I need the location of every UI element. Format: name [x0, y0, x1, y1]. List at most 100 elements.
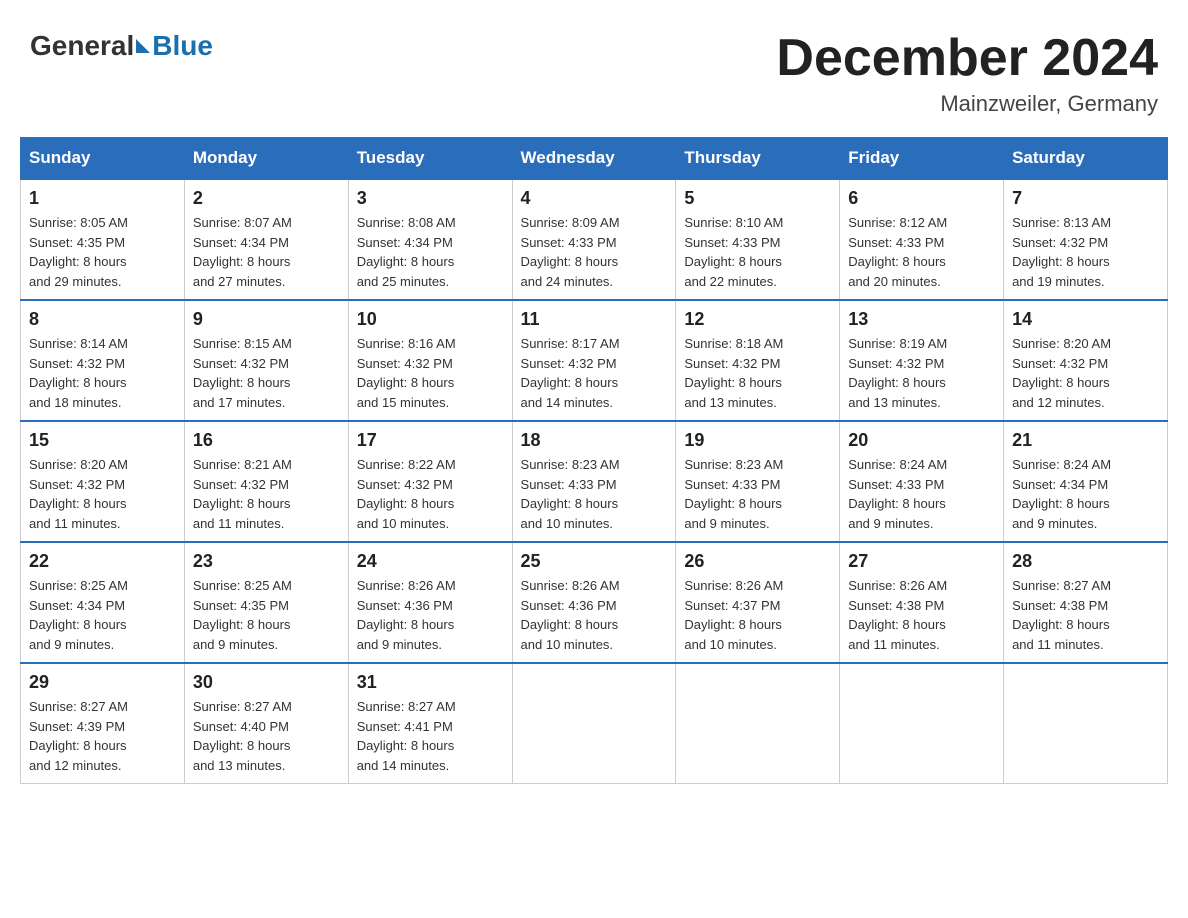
- day-info: Sunrise: 8:16 AM Sunset: 4:32 PM Dayligh…: [357, 334, 504, 412]
- day-number: 11: [521, 309, 668, 330]
- day-number: 26: [684, 551, 831, 572]
- day-number: 15: [29, 430, 176, 451]
- month-title: December 2024: [776, 30, 1158, 87]
- page-header: General Blue December 2024 Mainzweiler, …: [20, 20, 1168, 117]
- day-number: 22: [29, 551, 176, 572]
- day-number: 8: [29, 309, 176, 330]
- calendar-cell: 11 Sunrise: 8:17 AM Sunset: 4:32 PM Dayl…: [512, 300, 676, 421]
- day-number: 28: [1012, 551, 1159, 572]
- calendar-cell: 18 Sunrise: 8:23 AM Sunset: 4:33 PM Dayl…: [512, 421, 676, 542]
- week-row-5: 29 Sunrise: 8:27 AM Sunset: 4:39 PM Dayl…: [21, 663, 1168, 784]
- day-info: Sunrise: 8:25 AM Sunset: 4:34 PM Dayligh…: [29, 576, 176, 654]
- calendar-cell: 21 Sunrise: 8:24 AM Sunset: 4:34 PM Dayl…: [1004, 421, 1168, 542]
- day-info: Sunrise: 8:08 AM Sunset: 4:34 PM Dayligh…: [357, 213, 504, 291]
- day-number: 20: [848, 430, 995, 451]
- header-monday: Monday: [184, 138, 348, 180]
- day-number: 6: [848, 188, 995, 209]
- day-info: Sunrise: 8:19 AM Sunset: 4:32 PM Dayligh…: [848, 334, 995, 412]
- calendar-cell: 2 Sunrise: 8:07 AM Sunset: 4:34 PM Dayli…: [184, 179, 348, 300]
- header-thursday: Thursday: [676, 138, 840, 180]
- calendar-cell: 7 Sunrise: 8:13 AM Sunset: 4:32 PM Dayli…: [1004, 179, 1168, 300]
- day-info: Sunrise: 8:26 AM Sunset: 4:37 PM Dayligh…: [684, 576, 831, 654]
- calendar-cell: 25 Sunrise: 8:26 AM Sunset: 4:36 PM Dayl…: [512, 542, 676, 663]
- day-number: 31: [357, 672, 504, 693]
- day-info: Sunrise: 8:27 AM Sunset: 4:39 PM Dayligh…: [29, 697, 176, 775]
- day-info: Sunrise: 8:12 AM Sunset: 4:33 PM Dayligh…: [848, 213, 995, 291]
- day-number: 9: [193, 309, 340, 330]
- day-number: 14: [1012, 309, 1159, 330]
- day-info: Sunrise: 8:27 AM Sunset: 4:38 PM Dayligh…: [1012, 576, 1159, 654]
- day-info: Sunrise: 8:26 AM Sunset: 4:38 PM Dayligh…: [848, 576, 995, 654]
- day-number: 18: [521, 430, 668, 451]
- day-info: Sunrise: 8:17 AM Sunset: 4:32 PM Dayligh…: [521, 334, 668, 412]
- day-info: Sunrise: 8:24 AM Sunset: 4:34 PM Dayligh…: [1012, 455, 1159, 533]
- day-number: 16: [193, 430, 340, 451]
- calendar-cell: 27 Sunrise: 8:26 AM Sunset: 4:38 PM Dayl…: [840, 542, 1004, 663]
- day-number: 25: [521, 551, 668, 572]
- day-number: 23: [193, 551, 340, 572]
- day-info: Sunrise: 8:13 AM Sunset: 4:32 PM Dayligh…: [1012, 213, 1159, 291]
- day-number: 5: [684, 188, 831, 209]
- week-row-4: 22 Sunrise: 8:25 AM Sunset: 4:34 PM Dayl…: [21, 542, 1168, 663]
- calendar-cell: 12 Sunrise: 8:18 AM Sunset: 4:32 PM Dayl…: [676, 300, 840, 421]
- calendar-cell: 3 Sunrise: 8:08 AM Sunset: 4:34 PM Dayli…: [348, 179, 512, 300]
- calendar-cell: 17 Sunrise: 8:22 AM Sunset: 4:32 PM Dayl…: [348, 421, 512, 542]
- day-number: 19: [684, 430, 831, 451]
- day-info: Sunrise: 8:21 AM Sunset: 4:32 PM Dayligh…: [193, 455, 340, 533]
- day-number: 10: [357, 309, 504, 330]
- week-row-1: 1 Sunrise: 8:05 AM Sunset: 4:35 PM Dayli…: [21, 179, 1168, 300]
- calendar-cell: 14 Sunrise: 8:20 AM Sunset: 4:32 PM Dayl…: [1004, 300, 1168, 421]
- calendar-cell: 31 Sunrise: 8:27 AM Sunset: 4:41 PM Dayl…: [348, 663, 512, 784]
- day-info: Sunrise: 8:15 AM Sunset: 4:32 PM Dayligh…: [193, 334, 340, 412]
- header-sunday: Sunday: [21, 138, 185, 180]
- day-number: 7: [1012, 188, 1159, 209]
- day-number: 21: [1012, 430, 1159, 451]
- calendar-cell: 26 Sunrise: 8:26 AM Sunset: 4:37 PM Dayl…: [676, 542, 840, 663]
- logo-triangle-icon: [136, 39, 150, 53]
- day-number: 13: [848, 309, 995, 330]
- calendar-cell: 20 Sunrise: 8:24 AM Sunset: 4:33 PM Dayl…: [840, 421, 1004, 542]
- day-info: Sunrise: 8:27 AM Sunset: 4:41 PM Dayligh…: [357, 697, 504, 775]
- calendar-cell: 24 Sunrise: 8:26 AM Sunset: 4:36 PM Dayl…: [348, 542, 512, 663]
- day-info: Sunrise: 8:10 AM Sunset: 4:33 PM Dayligh…: [684, 213, 831, 291]
- logo-general-text: General: [30, 30, 134, 62]
- day-number: 4: [521, 188, 668, 209]
- calendar-cell: 1 Sunrise: 8:05 AM Sunset: 4:35 PM Dayli…: [21, 179, 185, 300]
- week-row-2: 8 Sunrise: 8:14 AM Sunset: 4:32 PM Dayli…: [21, 300, 1168, 421]
- calendar-cell: 19 Sunrise: 8:23 AM Sunset: 4:33 PM Dayl…: [676, 421, 840, 542]
- logo-blue-text: Blue: [152, 30, 213, 62]
- day-number: 2: [193, 188, 340, 209]
- day-info: Sunrise: 8:05 AM Sunset: 4:35 PM Dayligh…: [29, 213, 176, 291]
- calendar-cell: [840, 663, 1004, 784]
- day-info: Sunrise: 8:07 AM Sunset: 4:34 PM Dayligh…: [193, 213, 340, 291]
- calendar-cell: 5 Sunrise: 8:10 AM Sunset: 4:33 PM Dayli…: [676, 179, 840, 300]
- calendar-cell: 23 Sunrise: 8:25 AM Sunset: 4:35 PM Dayl…: [184, 542, 348, 663]
- calendar-cell: 29 Sunrise: 8:27 AM Sunset: 4:39 PM Dayl…: [21, 663, 185, 784]
- calendar-cell: 8 Sunrise: 8:14 AM Sunset: 4:32 PM Dayli…: [21, 300, 185, 421]
- day-info: Sunrise: 8:23 AM Sunset: 4:33 PM Dayligh…: [521, 455, 668, 533]
- day-number: 27: [848, 551, 995, 572]
- header-tuesday: Tuesday: [348, 138, 512, 180]
- day-number: 30: [193, 672, 340, 693]
- day-number: 3: [357, 188, 504, 209]
- calendar-cell: 28 Sunrise: 8:27 AM Sunset: 4:38 PM Dayl…: [1004, 542, 1168, 663]
- day-info: Sunrise: 8:18 AM Sunset: 4:32 PM Dayligh…: [684, 334, 831, 412]
- location-title: Mainzweiler, Germany: [776, 91, 1158, 117]
- day-info: Sunrise: 8:23 AM Sunset: 4:33 PM Dayligh…: [684, 455, 831, 533]
- calendar-cell: [512, 663, 676, 784]
- day-number: 29: [29, 672, 176, 693]
- calendar-cell: [1004, 663, 1168, 784]
- day-info: Sunrise: 8:26 AM Sunset: 4:36 PM Dayligh…: [357, 576, 504, 654]
- calendar-cell: 6 Sunrise: 8:12 AM Sunset: 4:33 PM Dayli…: [840, 179, 1004, 300]
- calendar-cell: [676, 663, 840, 784]
- day-number: 1: [29, 188, 176, 209]
- calendar-cell: 10 Sunrise: 8:16 AM Sunset: 4:32 PM Dayl…: [348, 300, 512, 421]
- day-number: 24: [357, 551, 504, 572]
- day-info: Sunrise: 8:26 AM Sunset: 4:36 PM Dayligh…: [521, 576, 668, 654]
- day-info: Sunrise: 8:25 AM Sunset: 4:35 PM Dayligh…: [193, 576, 340, 654]
- header-friday: Friday: [840, 138, 1004, 180]
- calendar-cell: 4 Sunrise: 8:09 AM Sunset: 4:33 PM Dayli…: [512, 179, 676, 300]
- calendar-cell: 15 Sunrise: 8:20 AM Sunset: 4:32 PM Dayl…: [21, 421, 185, 542]
- calendar-cell: 22 Sunrise: 8:25 AM Sunset: 4:34 PM Dayl…: [21, 542, 185, 663]
- day-info: Sunrise: 8:14 AM Sunset: 4:32 PM Dayligh…: [29, 334, 176, 412]
